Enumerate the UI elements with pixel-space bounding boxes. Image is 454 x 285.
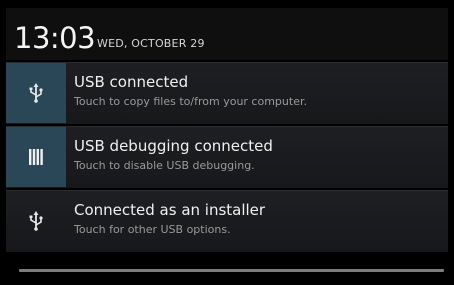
clock-date: WED, OCTOBER 29 xyxy=(97,37,205,50)
usb-icon xyxy=(29,83,43,103)
notification-icon-box xyxy=(6,127,66,187)
notification-header: 13:03 WED, OCTOBER 29 xyxy=(6,8,448,60)
notification-title: USB debugging connected xyxy=(74,137,273,155)
notification-title: USB connected xyxy=(74,73,189,91)
notification-subtitle: Touch for other USB options. xyxy=(74,223,231,236)
debug-bars-icon xyxy=(29,149,43,165)
notification-subtitle: Touch to disable USB debugging. xyxy=(74,159,255,172)
drag-handle[interactable] xyxy=(19,269,444,272)
usb-icon xyxy=(29,211,43,231)
notification-icon-box xyxy=(6,63,66,123)
notification-usb-debugging[interactable]: USB debugging connected Touch to disable… xyxy=(6,126,448,188)
notification-title: Connected as an installer xyxy=(74,201,266,219)
notification-installer[interactable]: Connected as an installer Touch for othe… xyxy=(6,190,448,252)
notification-subtitle: Touch to copy files to/from your compute… xyxy=(74,95,307,108)
notification-usb-connected[interactable]: USB connected Touch to copy files to/fro… xyxy=(6,62,448,124)
notification-icon-box xyxy=(6,191,66,251)
clock-time: 13:03 xyxy=(14,21,96,55)
